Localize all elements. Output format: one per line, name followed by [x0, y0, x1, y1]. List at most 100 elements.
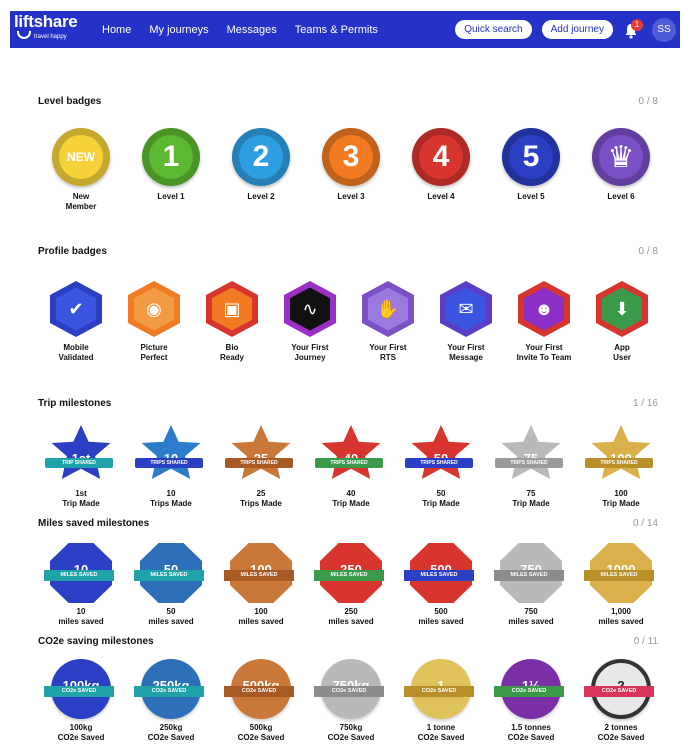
co2-milestone-badge[interactable]: 100kg CO2e SAVED 100kg CO2e Saved	[36, 658, 126, 743]
co2-milestone-badge[interactable]: 250kg CO2e SAVED 250kg CO2e Saved	[126, 658, 216, 743]
trip-milestone-badge[interactable]: 100TRIPS SHARED 100 Trip Made	[576, 424, 666, 509]
level-badge[interactable]: NEW New Member	[36, 125, 126, 225]
profile-badge-hexagon: ⬇	[596, 281, 648, 337]
trip-milestone-badge[interactable]: 10TRIPS SHARED 10 Trips Made	[126, 424, 216, 509]
miles-badge-ribbon: MILES SAVED	[494, 570, 564, 581]
liftshare-logo[interactable]: liftshare travel happy	[14, 11, 94, 48]
profile-badge[interactable]: ◉ Picture Perfect	[115, 278, 193, 363]
notifications-button[interactable]: 1	[623, 18, 643, 40]
id-card-icon: ▣	[223, 298, 241, 319]
miles-badge-ribbon: MILES SAVED	[314, 570, 384, 581]
level-badge-medal: 1	[142, 128, 200, 186]
trip-milestone-badge[interactable]: 50TRIPS SHARED 50 Trip Made	[396, 424, 486, 509]
co2-badge-ribbon: CO2e SAVED	[224, 686, 294, 697]
miles-badge-art: 50 MILES SAVED	[134, 542, 204, 604]
level-badge[interactable]: 1 Level 1	[126, 125, 216, 225]
profile-badges-count: 0 / 8	[638, 246, 658, 257]
profile-badge[interactable]: ∿ Your First Journey	[271, 278, 349, 363]
badge-label: 10 miles saved	[58, 607, 104, 626]
miles-milestone-badge[interactable]: 100 MILES SAVED 100 miles saved	[216, 542, 306, 627]
co2-badge-art: 500kg CO2e SAVED	[224, 658, 294, 720]
co2-milestone-badge[interactable]: 750kg CO2e SAVED 750kg CO2e Saved	[306, 658, 396, 743]
notification-count-badge: 1	[631, 18, 643, 31]
badge-label: App User	[613, 343, 631, 362]
co2-badge-art: 250kg CO2e SAVED	[134, 658, 204, 720]
trip-milestone-badge[interactable]: 1stTRIP SHARED 1st Trip Made	[36, 424, 126, 509]
trip-milestones-count: 1 / 16	[632, 398, 658, 409]
profile-badge-inner: ✋	[368, 287, 408, 331]
co2-milestone-badge[interactable]: 500kg CO2e SAVED 500kg CO2e Saved	[216, 658, 306, 743]
quick-search-button[interactable]: Quick search	[455, 20, 532, 39]
badge-label: 1.5 tonnes CO2e Saved	[507, 723, 555, 742]
handshake-icon: ✋	[376, 298, 400, 319]
level-badge-art: 1	[142, 125, 200, 189]
user-avatar[interactable]: SS	[652, 17, 676, 42]
trip-badge-ribbon: TRIPS SHARED	[405, 458, 473, 468]
level-badge-art: 2	[232, 125, 290, 189]
miles-milestone-badge[interactable]: 50 MILES SAVED 50 miles saved	[126, 542, 216, 627]
nav-link-my-journeys[interactable]: My journeys	[149, 24, 208, 36]
team-icon: ☻	[534, 298, 554, 319]
trip-milestone-badge[interactable]: 40TRIPS SHARED 40 Trip Made	[306, 424, 396, 509]
profile-badge-inner: ✉	[446, 287, 486, 331]
miles-milestone-badge[interactable]: 1000 MILES SAVED 1,000 miles saved	[576, 542, 666, 627]
trip-badge-star: 100	[591, 425, 651, 479]
badge-label: 50 miles saved	[148, 607, 194, 626]
badge-label: 100 Trip Made	[602, 489, 640, 508]
nav-link-messages[interactable]: Messages	[227, 24, 277, 36]
co2-badge-art: 100kg CO2e SAVED	[44, 658, 114, 720]
trip-badge-art: 40TRIPS SHARED	[315, 424, 385, 486]
co2-milestones-count: 0 / 11	[633, 636, 658, 647]
level-badge[interactable]: ♛ Level 6	[576, 125, 666, 225]
add-journey-button[interactable]: Add journey	[541, 20, 613, 39]
badge-label: 100 miles saved	[238, 607, 284, 626]
trip-milestone-badge[interactable]: 75TRIPS SHARED 75 Trip Made	[486, 424, 576, 509]
level-badge-medal: 4	[412, 128, 470, 186]
profile-badge[interactable]: ✉ Your First Message	[427, 278, 505, 363]
nav-link-teams-permits[interactable]: Teams & Permits	[295, 24, 378, 36]
co2-milestone-badge[interactable]: 1 CO2e SAVED 1 tonne CO2e Saved	[396, 658, 486, 743]
profile-badge[interactable]: ⬇ App User	[583, 278, 661, 363]
miles-milestone-badge[interactable]: 250 MILES SAVED 250 miles saved	[306, 542, 396, 627]
trip-milestone-badge[interactable]: 25TRIPS SHARED 25 Trips Made	[216, 424, 306, 509]
profile-badge[interactable]: ☻ Your First Invite To Team	[505, 278, 583, 363]
level-badge[interactable]: 4 Level 4	[396, 125, 486, 225]
co2-milestones-row: 100kg CO2e SAVED 100kg CO2e Saved 250kg CO2e…	[36, 658, 666, 743]
co2-milestone-badge[interactable]: 2 CO2e SAVED 2 tonnes CO2e Saved	[576, 658, 666, 743]
logo-smile-icon	[17, 31, 31, 39]
phone-check-icon: ✔	[68, 298, 84, 319]
miles-milestone-badge[interactable]: 10 MILES SAVED 10 miles saved	[36, 542, 126, 627]
level-badge-art: 4	[412, 125, 470, 189]
level-badge[interactable]: 5 Level 5	[486, 125, 576, 225]
profile-badge[interactable]: ✔ Mobile Validated	[37, 278, 115, 363]
badge-label: 1st Trip Made	[62, 489, 100, 508]
profile-badge-hexagon: ✋	[362, 281, 414, 337]
level-badge[interactable]: 2 Level 2	[216, 125, 306, 225]
profile-badge[interactable]: ✋ Your First RTS	[349, 278, 427, 363]
profile-badge-art: ✔	[50, 278, 102, 340]
trip-badge-star: 25	[231, 425, 291, 479]
badge-label: Level 5	[517, 192, 545, 201]
trip-badge-art: 25TRIPS SHARED	[225, 424, 295, 486]
level-badge-medal: NEW	[52, 128, 110, 186]
level-badge-art: NEW	[52, 125, 110, 189]
level-badge[interactable]: 3 Level 3	[306, 125, 396, 225]
miles-badge-art: 250 MILES SAVED	[314, 542, 384, 604]
logo-text: liftshare	[14, 12, 78, 31]
profile-badge[interactable]: ▣ Bio Ready	[193, 278, 271, 363]
level-badge-medal: 3	[322, 128, 380, 186]
logo-tagline: travel happy	[34, 34, 67, 40]
co2-milestone-badge[interactable]: 1½ CO2e SAVED 1.5 tonnes CO2e Saved	[486, 658, 576, 743]
badge-label: 25 Trips Made	[240, 489, 282, 508]
profile-badge-hexagon: ◉	[128, 281, 180, 337]
miles-badge-art: 1000 MILES SAVED	[584, 542, 654, 604]
profile-badge-inner: ◉	[134, 287, 174, 331]
profile-badge-inner: ☻	[524, 287, 564, 331]
nav-link-home[interactable]: Home	[102, 24, 131, 36]
app-download-icon: ⬇	[614, 298, 630, 319]
miles-milestone-badge[interactable]: 750 MILES SAVED 750 miles saved	[486, 542, 576, 627]
profile-badge-hexagon: ∿	[284, 281, 336, 337]
level-badge-art: 5	[502, 125, 560, 189]
miles-milestone-badge[interactable]: 500 MILES SAVED 500 miles saved	[396, 542, 486, 627]
badge-label: Your First Message	[447, 343, 485, 362]
